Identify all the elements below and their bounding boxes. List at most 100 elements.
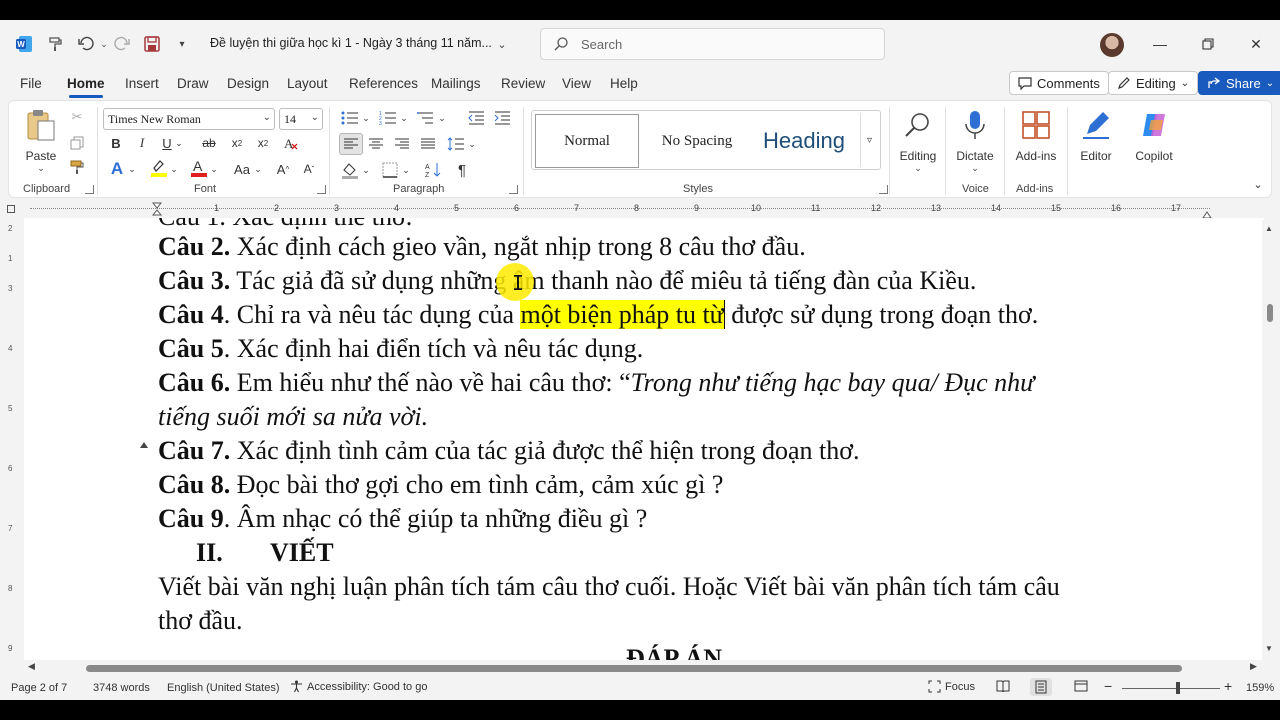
justify-button[interactable] [417,133,439,155]
numbering-icon[interactable]: 123 [377,107,399,129]
tab-help[interactable]: Help [610,76,638,91]
highlight-color-icon[interactable] [149,157,169,179]
editing-button[interactable]: Editing ⌄ [889,105,947,179]
tab-mailings[interactable]: Mailings [431,76,481,91]
zoom-out-icon[interactable]: − [1104,678,1112,694]
bullets-dropdown-icon[interactable]: ⌄ [361,107,371,129]
text-effects-icon[interactable]: A [107,159,127,179]
paste-dropdown-icon[interactable]: ⌄ [13,163,69,174]
show-formatting-marks-icon[interactable]: ¶ [451,159,473,181]
tab-design[interactable]: Design [227,76,269,91]
search-input[interactable]: Search [540,28,885,60]
read-mode-icon[interactable] [996,680,1010,695]
zoom-in-icon[interactable]: + [1224,678,1232,694]
avatar[interactable] [1100,33,1124,57]
styles-launcher-icon[interactable] [879,185,888,194]
scroll-down-icon[interactable]: ▼ [1265,644,1273,653]
font-color-dropdown-icon[interactable]: ⌄ [209,159,219,179]
style-no-spacing[interactable]: No Spacing [644,114,750,168]
numbering-dropdown-icon[interactable]: ⌄ [399,107,409,129]
minimize-icon[interactable]: — [1148,32,1172,56]
superscript-button[interactable]: x2 [253,133,273,153]
tab-home[interactable]: Home [67,76,105,91]
italic-button[interactable]: I [133,133,151,153]
right-indent-marker-icon[interactable] [1202,206,1212,219]
font-color-icon[interactable]: A [189,157,209,179]
clipboard-launcher-icon[interactable] [85,185,94,194]
add-ins-button[interactable]: Add-ins [1007,105,1065,179]
zoom-slider[interactable] [1122,688,1220,689]
format-painter-qat-icon[interactable] [46,34,66,54]
title-dropdown-icon[interactable]: ⌄ [492,34,512,54]
focus-button[interactable]: Focus [928,680,975,693]
subscript-button[interactable]: x2 [227,133,247,153]
clear-formatting-icon[interactable]: A [279,133,303,153]
copy-icon[interactable] [67,133,87,153]
cut-icon[interactable]: ✂ [67,107,87,127]
paragraph-launcher-icon[interactable] [509,185,518,194]
strikethrough-button[interactable]: ab [199,133,219,153]
tab-view[interactable]: View [562,76,591,91]
highlight-dropdown-icon[interactable]: ⌄ [169,159,179,179]
paste-button[interactable]: Paste ⌄ [13,105,69,179]
bold-button[interactable]: B [107,133,125,153]
horizontal-scrollbar[interactable]: ◀ ▶ [24,660,1264,676]
line-spacing-icon[interactable] [445,133,467,155]
scroll-up-icon[interactable]: ▲ [1265,224,1273,233]
tab-file[interactable]: File [20,76,42,91]
web-layout-icon[interactable] [1074,680,1088,695]
multilevel-dropdown-icon[interactable]: ⌄ [437,107,447,129]
shrink-font-icon[interactable]: Aˇ [299,159,319,179]
align-left-button[interactable] [339,133,363,155]
sort-icon[interactable]: AZ [423,159,445,181]
tab-selector-icon[interactable] [7,205,15,213]
font-size-select[interactable]: 14 ⌄ [279,108,323,130]
undo-dropdown-icon[interactable]: ⌄ [94,34,114,54]
close-icon[interactable]: ✕ [1244,32,1268,56]
zoom-level[interactable]: 159% [1246,682,1274,694]
redo-icon[interactable] [112,34,132,54]
increase-indent-icon[interactable] [491,107,513,129]
line-spacing-dropdown-icon[interactable]: ⌄ [467,133,477,155]
customize-qat-icon[interactable]: ▾ [172,34,192,54]
underline-dropdown-icon[interactable]: ⌄ [174,133,184,153]
scroll-left-icon[interactable]: ◀ [28,661,35,672]
shading-dropdown-icon[interactable]: ⌄ [361,159,371,181]
tab-references[interactable]: References [349,76,418,91]
zoom-slider-thumb[interactable] [1176,682,1180,694]
align-center-button[interactable] [365,133,387,155]
vertical-ruler[interactable]: 2 1 3 4 5 6 7 8 9 [0,218,24,660]
font-family-select[interactable]: Times New Roman ⌄ [103,108,275,130]
text-effects-dropdown-icon[interactable]: ⌄ [127,159,137,179]
dictate-button[interactable]: Dictate ⌄ [946,105,1004,179]
word-count[interactable]: 3748 words [93,682,150,694]
collapse-ribbon-icon[interactable]: ⌄ [1251,177,1265,191]
page-counter[interactable]: Page 2 of 7 [11,682,67,694]
comments-button[interactable]: Comments [1009,71,1109,95]
tab-review[interactable]: Review [501,76,545,91]
shading-icon[interactable] [339,159,361,181]
editor-button[interactable]: Editor [1067,105,1125,179]
borders-dropdown-icon[interactable]: ⌄ [401,159,411,181]
vertical-scroll-thumb[interactable] [1267,304,1273,322]
editing-mode-button[interactable]: Editing ⌄ [1108,71,1199,95]
styles-more-icon[interactable]: ▿ [860,113,878,167]
vertical-scrollbar[interactable]: ▲ ▼ [1262,220,1278,660]
restore-icon[interactable] [1196,32,1220,56]
tab-draw[interactable]: Draw [177,76,209,91]
horizontal-scroll-thumb[interactable] [86,665,1182,672]
font-launcher-icon[interactable] [317,185,326,194]
collapse-heading-icon[interactable] [140,442,148,448]
grow-font-icon[interactable]: A ^ [273,159,293,179]
tab-insert[interactable]: Insert [125,76,159,91]
print-layout-icon[interactable] [1030,678,1052,696]
document-canvas[interactable]: Câu 1. Xác định thể thơ. Câu 2. Xác định… [24,218,1264,660]
bullets-icon[interactable] [339,107,361,129]
style-normal[interactable]: Normal [535,114,639,168]
style-heading[interactable]: Heading [752,114,856,168]
borders-icon[interactable] [379,159,401,181]
decrease-indent-icon[interactable] [465,107,487,129]
horizontal-ruler[interactable]: 1 2 3 4 5 6 7 8 9 10 11 12 13 14 15 16 1… [0,200,1280,219]
tab-layout[interactable]: Layout [287,76,328,91]
accessibility-status[interactable]: Accessibility: Good to go [290,680,427,693]
